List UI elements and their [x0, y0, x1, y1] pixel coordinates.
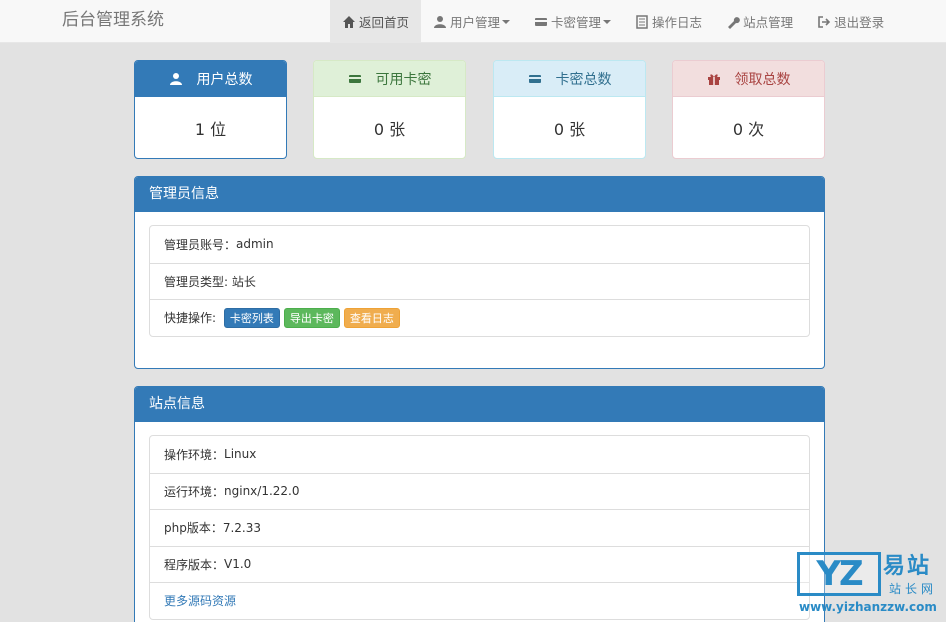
quick-actions-label: 快捷操作: — [164, 311, 220, 326]
wrench-icon — [726, 15, 740, 29]
top-navbar: 后台管理系统 返回首页 用户管理 卡密管理 操作日志 站点管理 退出登录 — [0, 0, 946, 43]
list-item: php版本： 7.2.33 — [150, 509, 809, 546]
chevron-down-icon — [502, 19, 511, 24]
admin-info-list: 管理员账号： admin 管理员类型: 站长 快捷操作: 卡密列表 导出卡密 查… — [149, 225, 810, 337]
watermark-logo-mark: YZ — [797, 552, 881, 596]
os-label: 操作环境： — [164, 447, 225, 462]
list-item: 管理员账号： admin — [150, 226, 809, 263]
watermark-url: www.yizhanzzw.com — [799, 600, 937, 614]
admin-info-panel: 管理员信息 管理员账号： admin 管理员类型: 站长 快捷操作: 卡密列表 … — [134, 176, 825, 369]
nav-home-label: 返回首页 — [359, 15, 410, 30]
admin-type-label: 管理员类型: — [164, 274, 232, 289]
logout-icon — [817, 15, 831, 29]
stat-value: 1 位 — [194, 120, 227, 139]
stat-available-cards: 可用卡密 0 张 — [313, 60, 466, 159]
more-resources-link[interactable]: 更多源码资源 — [164, 592, 236, 609]
stat-user-total: 用户总数 1 位 — [134, 60, 287, 159]
list-item: 操作环境： Linux — [150, 436, 809, 473]
stat-header: 可用卡密 — [314, 61, 465, 97]
user-icon — [169, 72, 183, 86]
export-cards-button[interactable]: 导出卡密 — [283, 307, 340, 328]
server-label: 运行环境： — [164, 484, 225, 499]
stat-title: 可用卡密 — [375, 71, 432, 88]
site-info-list: 操作环境： Linux 运行环境： nginx/1.22.0 php版本： 7.… — [149, 435, 810, 620]
nav-card-management[interactable]: 卡密管理 — [522, 0, 623, 43]
card-icon — [528, 72, 542, 86]
list-item: 运行环境： nginx/1.22.0 — [150, 472, 809, 510]
stat-card-total: 卡密总数 0 张 — [493, 60, 646, 159]
brand-title[interactable]: 后台管理系统 — [62, 0, 164, 43]
card-icon — [348, 72, 362, 86]
nav-logout-label: 退出登录 — [834, 15, 885, 30]
list-icon — [635, 14, 649, 29]
admin-account-label: 管理员账号： — [164, 237, 237, 252]
nav-card-label: 卡密管理 — [551, 15, 602, 30]
site-info-panel: 站点信息 操作环境： Linux 运行环境： nginx/1.22.0 php版… — [134, 386, 825, 622]
nav-user-label: 用户管理 — [450, 15, 501, 30]
panel-title: 站点信息 — [135, 387, 824, 422]
nav-site-label: 站点管理 — [743, 15, 794, 30]
watermark-subtitle: 站长网 — [889, 582, 938, 596]
stat-header: 领取总数 — [673, 61, 824, 97]
nav-site-management[interactable]: 站点管理 — [714, 0, 805, 43]
gift-icon — [707, 72, 721, 86]
list-item: 管理员类型: 站长 — [150, 262, 809, 300]
stat-value: 0 张 — [373, 120, 406, 139]
list-item: 快捷操作: 卡密列表 导出卡密 查看日志 — [150, 299, 809, 336]
os-value: Linux — [224, 447, 257, 462]
app-version-value: V1.0 — [224, 557, 252, 572]
chevron-down-icon — [603, 19, 612, 24]
stat-value: 0 次 — [732, 120, 765, 139]
admin-type-value: 站长 — [231, 274, 256, 289]
nav-user-management[interactable]: 用户管理 — [421, 0, 522, 43]
server-value: nginx/1.22.0 — [224, 484, 300, 499]
user-icon — [433, 15, 447, 29]
php-version-label: php版本： — [164, 521, 223, 536]
view-logs-button[interactable]: 查看日志 — [343, 307, 400, 328]
list-item: 程序版本： V1.0 — [150, 545, 809, 583]
stat-header: 用户总数 — [135, 61, 286, 97]
php-version-value: 7.2.33 — [222, 520, 262, 535]
stat-value: 0 张 — [553, 120, 586, 139]
nav-operation-log[interactable]: 操作日志 — [623, 0, 714, 43]
card-icon — [534, 15, 548, 29]
list-item: 更多源码资源 — [150, 582, 809, 619]
nav-home[interactable]: 返回首页 — [330, 0, 422, 43]
app-version-label: 程序版本： — [164, 557, 225, 572]
watermark-logo: YZ 易站 站长网 www.yizhanzzw.com — [797, 548, 946, 622]
nav-log-label: 操作日志 — [652, 15, 703, 30]
main-nav: 返回首页 用户管理 卡密管理 操作日志 站点管理 退出登录 — [330, 0, 896, 43]
stat-header: 卡密总数 — [494, 61, 645, 97]
panel-title: 管理员信息 — [135, 177, 824, 212]
stat-title: 用户总数 — [196, 71, 253, 88]
admin-account-value: admin — [236, 237, 274, 252]
stat-claim-total: 领取总数 0 次 — [672, 60, 825, 159]
home-icon — [342, 15, 356, 29]
stat-title: 领取总数 — [734, 71, 791, 88]
panel-body: 管理员账号： admin 管理员类型: 站长 快捷操作: 卡密列表 导出卡密 查… — [135, 212, 824, 350]
card-list-button[interactable]: 卡密列表 — [223, 307, 280, 328]
watermark-brand: 易站 — [883, 554, 932, 579]
panel-body: 操作环境： Linux 运行环境： nginx/1.22.0 php版本： 7.… — [135, 422, 824, 622]
nav-logout[interactable]: 退出登录 — [805, 0, 896, 43]
stat-title: 卡密总数 — [555, 71, 612, 88]
